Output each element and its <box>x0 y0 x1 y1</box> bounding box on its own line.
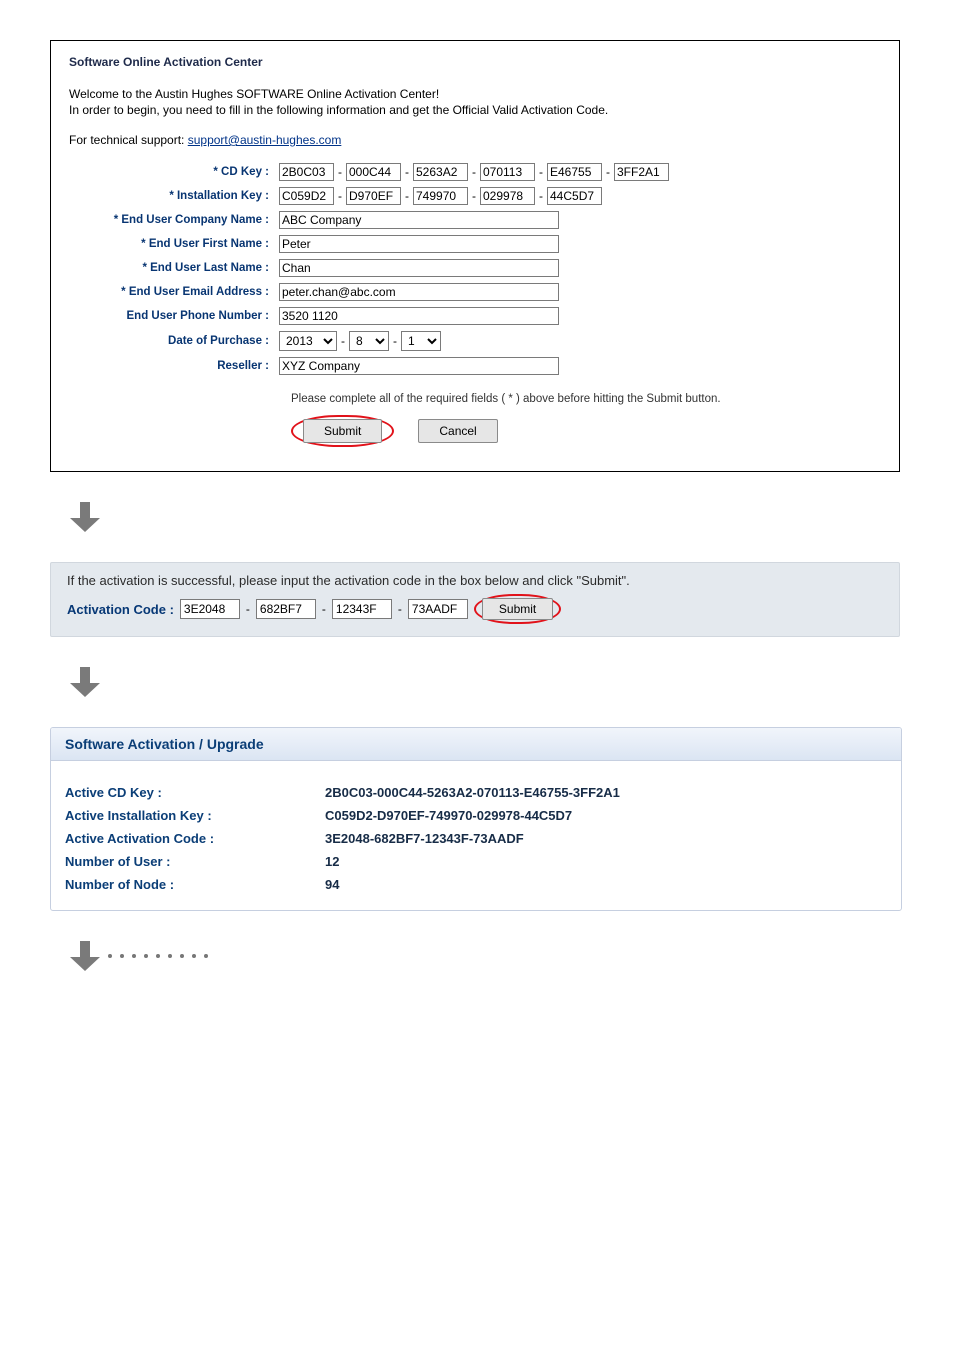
cancel-button[interactable]: Cancel <box>418 419 497 443</box>
activation-message: If the activation is successful, please … <box>67 573 883 588</box>
activation-form-panel: Software Online Activation Center Welcom… <box>50 40 900 472</box>
value-num-node: 94 <box>325 877 887 892</box>
intro-line-1: Welcome to the Austin Hughes SOFTWARE On… <box>69 87 881 101</box>
instkey-inputs: ---- <box>279 187 881 205</box>
result-kv-grid: Active CD Key : 2B0C03-000C44-5263A2-070… <box>65 785 887 892</box>
cdkey-seg-3[interactable] <box>413 163 468 181</box>
activation-code-panel: If the activation is successful, please … <box>50 562 900 637</box>
label-email: * End User Email Address : <box>69 286 279 298</box>
instkey-seg-1[interactable] <box>279 187 334 205</box>
cdkey-seg-2[interactable] <box>346 163 401 181</box>
required-note: Please complete all of the required fiel… <box>291 393 881 405</box>
activation-submit-button[interactable]: Submit <box>482 598 553 620</box>
value-num-user: 12 <box>325 854 887 869</box>
label-lastname: * End User Last Name : <box>69 262 279 274</box>
dot-icon <box>120 954 124 958</box>
instkey-seg-3[interactable] <box>413 187 468 205</box>
date-year-select[interactable]: 2013 <box>279 331 337 351</box>
value-active-actcode: 3E2048-682BF7-12343F-73AADF <box>325 831 887 846</box>
down-arrow-icon <box>70 502 100 532</box>
activation-code-row: Activation Code : - - - Submit <box>67 594 883 624</box>
value-active-instkey: C059D2-D970EF-749970-029978-44C5D7 <box>325 808 887 823</box>
activation-code-label: Activation Code : <box>67 602 174 617</box>
label-phone: End User Phone Number : <box>69 310 279 322</box>
label-firstname: * End User First Name : <box>69 238 279 250</box>
dot-icon <box>168 954 172 958</box>
label-company: * End User Company Name : <box>69 214 279 226</box>
instkey-seg-2[interactable] <box>346 187 401 205</box>
company-input[interactable] <box>279 211 559 229</box>
cdkey-inputs: ----- <box>279 163 881 181</box>
actcode-seg-1[interactable] <box>180 599 240 619</box>
date-month-select[interactable]: 8 <box>349 331 389 351</box>
value-active-cdkey: 2B0C03-000C44-5263A2-070113-E46755-3FF2A… <box>325 785 887 800</box>
label-cdkey: * CD Key : <box>69 166 279 178</box>
dot-icon <box>156 954 160 958</box>
cdkey-seg-6[interactable] <box>614 163 669 181</box>
submit-highlight-circle: Submit <box>291 415 394 447</box>
date-day-select[interactable]: 1 <box>401 331 441 351</box>
instkey-seg-4[interactable] <box>480 187 535 205</box>
form-grid: * CD Key : ----- * Installation Key : --… <box>69 163 881 375</box>
actcode-seg-2[interactable] <box>256 599 316 619</box>
label-active-cdkey: Active CD Key : <box>65 785 325 800</box>
label-date: Date of Purchase : <box>69 335 279 347</box>
submit2-highlight-circle: Submit <box>474 594 561 624</box>
reseller-input[interactable] <box>279 357 559 375</box>
label-active-instkey: Active Installation Key : <box>65 808 325 823</box>
date-inputs: 2013-8-1 <box>279 331 881 351</box>
activation-result-panel: Software Activation / Upgrade Active CD … <box>50 727 902 911</box>
result-panel-title: Software Activation / Upgrade <box>51 728 901 761</box>
label-num-user: Number of User : <box>65 854 325 869</box>
cdkey-seg-4[interactable] <box>480 163 535 181</box>
dot-icon <box>132 954 136 958</box>
dot-icon <box>204 954 208 958</box>
actcode-seg-3[interactable] <box>332 599 392 619</box>
button-row: Submit Cancel <box>291 415 881 447</box>
actcode-seg-4[interactable] <box>408 599 468 619</box>
down-arrow-icon <box>70 667 100 697</box>
down-arrow-with-dots <box>70 941 954 971</box>
label-instkey: * Installation Key : <box>69 190 279 202</box>
down-arrow-icon <box>70 941 100 971</box>
dot-icon <box>180 954 184 958</box>
label-num-node: Number of Node : <box>65 877 325 892</box>
intro-line-2: In order to begin, you need to fill in t… <box>69 103 881 117</box>
email-input[interactable] <box>279 283 559 301</box>
panel-title: Software Online Activation Center <box>69 55 881 69</box>
label-reseller: Reseller : <box>69 360 279 372</box>
dot-icon <box>144 954 148 958</box>
support-email-link[interactable]: support@austin-hughes.com <box>188 133 342 147</box>
lastname-input[interactable] <box>279 259 559 277</box>
label-active-actcode: Active Activation Code : <box>65 831 325 846</box>
firstname-input[interactable] <box>279 235 559 253</box>
dot-icon <box>108 954 112 958</box>
instkey-seg-5[interactable] <box>547 187 602 205</box>
phone-input[interactable] <box>279 307 559 325</box>
support-prefix: For technical support: <box>69 133 188 147</box>
support-line: For technical support: support@austin-hu… <box>69 133 881 147</box>
dot-icon <box>192 954 196 958</box>
submit-button[interactable]: Submit <box>303 419 382 443</box>
cdkey-seg-1[interactable] <box>279 163 334 181</box>
cdkey-seg-5[interactable] <box>547 163 602 181</box>
